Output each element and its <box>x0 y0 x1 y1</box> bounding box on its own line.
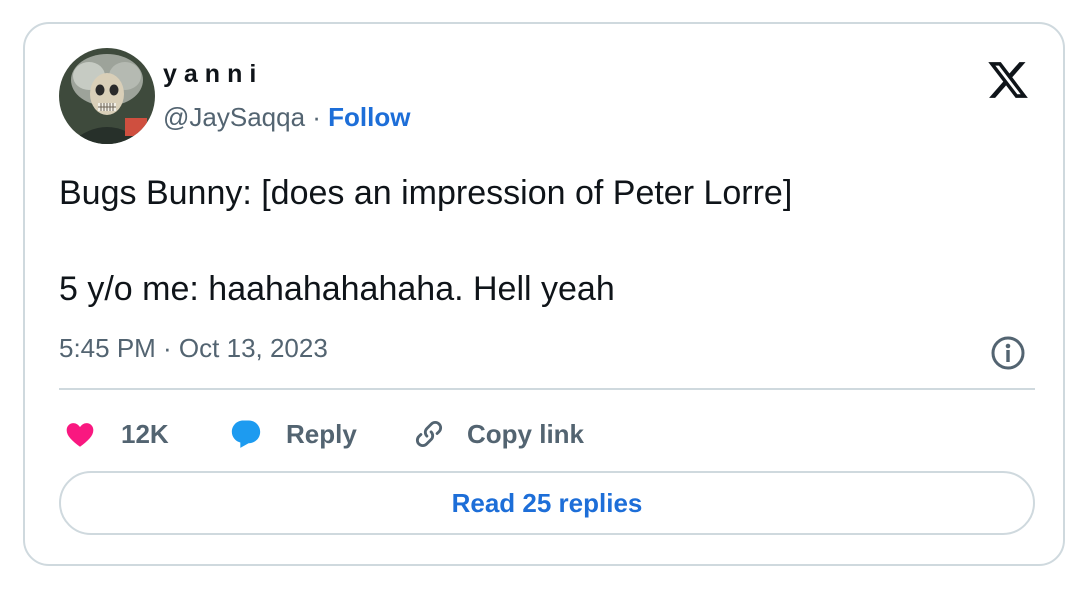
copy-link-action[interactable]: Copy link <box>411 414 584 454</box>
author-handle[interactable]: @JaySaqqa <box>163 102 305 132</box>
author-display-name[interactable]: yanni <box>163 60 263 89</box>
info-icon[interactable] <box>989 334 1027 372</box>
tweet-timestamp[interactable]: 5:45 PM · Oct 13, 2023 <box>59 333 328 364</box>
copy-link-label: Copy link <box>467 418 585 449</box>
read-replies-button[interactable]: Read 25 replies <box>59 471 1035 535</box>
reply-action[interactable]: Reply <box>228 414 357 454</box>
like-count: 12K <box>121 418 169 449</box>
speech-bubble-icon <box>231 420 261 448</box>
tweet-embed-card: yanni @JaySaqqa · Follow Bugs Bunny: [do… <box>23 22 1065 566</box>
tweet-text: Bugs Bunny: [does an impression of Peter… <box>59 174 793 308</box>
like-action[interactable]: 12K <box>63 414 169 454</box>
link-icon <box>415 420 443 448</box>
reply-label: Reply <box>286 418 357 449</box>
x-logo-icon[interactable] <box>985 58 1031 102</box>
avatar-image <box>59 48 155 144</box>
handle-separator: · <box>305 102 329 132</box>
heart-icon <box>66 423 94 447</box>
avatar[interactable] <box>59 48 155 144</box>
follow-button[interactable]: Follow <box>328 102 410 132</box>
author-handle-row: @JaySaqqa · Follow <box>163 102 410 133</box>
divider <box>59 388 1035 390</box>
